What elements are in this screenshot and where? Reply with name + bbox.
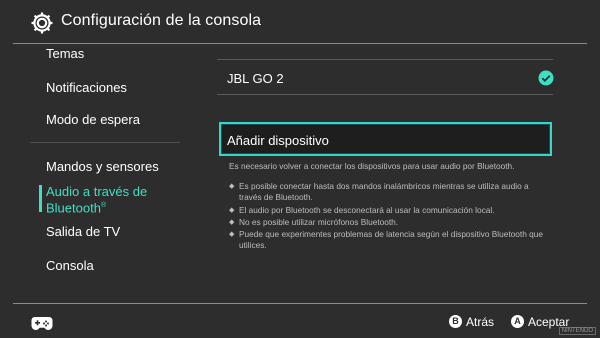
sidebar-item-label: Mandos y sensores xyxy=(46,159,159,174)
registered-mark: ® xyxy=(100,202,107,209)
bullet-text: No es posible utilizar micrófonos Blueto… xyxy=(239,217,399,227)
footer: B Atrás A Aceptar NINTENDO xyxy=(0,304,600,338)
watermark: NINTENDO xyxy=(558,327,596,335)
sidebar-item-label-line2: Bluetooth xyxy=(46,200,101,216)
info-bullet: ◆ Puede que experimentes problemas de la… xyxy=(229,229,549,251)
sidebar-item-label: Consola xyxy=(46,258,94,273)
sidebar-item-temas[interactable]: Temas xyxy=(46,46,84,61)
sidebar-item-modo-de-espera[interactable]: Modo de espera xyxy=(46,112,140,127)
sidebar-item-label: Audio a través de xyxy=(46,184,148,199)
add-device-label: Añadir dispositivo xyxy=(227,133,329,148)
diamond-icon: ◆ xyxy=(229,183,235,190)
check-circle-icon xyxy=(538,70,554,86)
page-title: Configuración de la consola xyxy=(61,12,262,29)
divider xyxy=(217,94,553,95)
diamond-icon: ◆ xyxy=(229,219,235,226)
bullet-text: El audio por Bluetooth se desconectará a… xyxy=(239,205,495,215)
sidebar-item-label: Notificaciones xyxy=(46,80,127,95)
info-bullet: ◆ Es posible conectar hasta dos mandos i… xyxy=(229,181,549,203)
diamond-icon: ◆ xyxy=(229,231,235,238)
sidebar-item-label: Salida de TV xyxy=(46,224,121,239)
diamond-icon: ◆ xyxy=(229,207,235,214)
sidebar-divider xyxy=(30,142,180,143)
sidebar: Temas Notificaciones Modo de espera Mand… xyxy=(0,44,195,302)
sidebar-item-label: Modo de espera xyxy=(46,112,140,127)
a-button-icon: A xyxy=(511,315,524,329)
main-panel: JBL GO 2 Añadir dispositivo Es necesario… xyxy=(195,44,600,302)
sidebar-item-notificaciones[interactable]: Notificaciones xyxy=(46,80,127,95)
info-bullet: ◆ El audio por Bluetooth se desconectará… xyxy=(229,205,549,216)
sidebar-item-mandos-y-sensores[interactable]: Mandos y sensores xyxy=(46,159,159,174)
sidebar-item-salida-de-tv[interactable]: Salida de TV xyxy=(46,224,120,239)
gear-icon xyxy=(31,12,53,34)
back-button[interactable]: B Atrás xyxy=(449,314,494,329)
divider xyxy=(217,59,553,60)
add-device-button[interactable]: Añadir dispositivo xyxy=(219,122,552,156)
sidebar-item-consola[interactable]: Consola xyxy=(46,258,94,273)
sidebar-item-audio-bluetooth[interactable]: Audio a través de Bluetooth® xyxy=(46,185,147,215)
bullet-text: Puede que experimentes problemas de late… xyxy=(239,229,543,250)
info-bullet: ◆ No es posible utilizar micrófonos Blue… xyxy=(229,217,549,228)
b-button-icon: B xyxy=(449,315,462,329)
sidebar-item-label: Temas xyxy=(46,46,85,61)
active-indicator xyxy=(39,185,42,212)
bullet-text: Es posible conectar hasta dos mandos ina… xyxy=(239,181,529,202)
back-label: Atrás xyxy=(466,314,495,329)
reconnect-note: Es necesario volver a conectar los dispo… xyxy=(229,161,515,171)
header: Configuración de la consola xyxy=(0,0,600,44)
controller-icon xyxy=(31,317,53,330)
device-name[interactable]: JBL GO 2 xyxy=(227,71,284,86)
